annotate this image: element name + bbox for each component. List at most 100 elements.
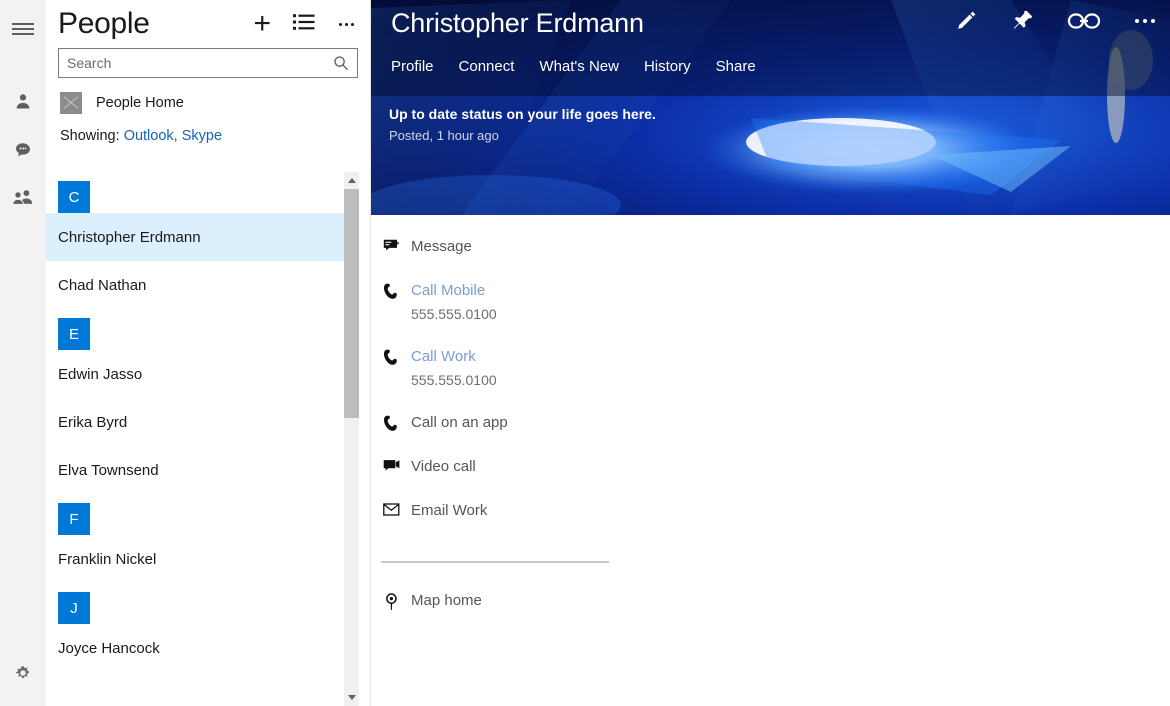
link-icon[interactable] [1067, 10, 1101, 32]
action-call-work[interactable]: Call Work 555.555.0100 [371, 337, 1170, 389]
action-label: Video call [411, 458, 476, 475]
dot [1143, 19, 1147, 23]
people-icon [11, 188, 35, 213]
dot [1151, 19, 1155, 23]
contact-list-item[interactable]: Elva Townsend [46, 446, 349, 494]
action-row: Call Work 555.555.0100 [371, 337, 1170, 389]
action-row: Email Work [371, 491, 1170, 521]
letter-tile[interactable]: C [58, 181, 90, 213]
action-row: Video call [371, 447, 1170, 477]
action-map-home[interactable]: Map home [371, 581, 1170, 611]
action-body: Call Mobile 555.555.0100 [411, 281, 497, 323]
rail-item-me[interactable] [0, 80, 46, 128]
contact-list-item[interactable]: Edwin Jasso [46, 350, 349, 398]
scroll-up-arrow-icon[interactable] [344, 172, 359, 189]
people-home-item[interactable]: People Home [46, 78, 370, 114]
phone-icon [381, 281, 401, 300]
hamburger-menu-button[interactable] [0, 6, 46, 52]
letter-tile[interactable]: F [58, 503, 90, 535]
tab-what-s-new[interactable]: What's New [539, 56, 619, 77]
action-body: Call Work 555.555.0100 [411, 347, 497, 389]
contacts-scroll-area[interactable]: C Christopher Erdmann Chad Nathan E Edwin Ja… [46, 172, 371, 706]
letter-group-header: J [46, 583, 349, 624]
contact-actions: Message Call Mobile 555.555.0100 Call Work 5… [371, 215, 1170, 611]
action-body: Message [411, 237, 472, 257]
showing-sources-link[interactable]: Outlook, Skype [124, 128, 222, 144]
action-subtext: 555.555.0100 [411, 372, 497, 388]
action-label: Call Mobile [411, 282, 486, 299]
tab-connect[interactable]: Connect [459, 56, 515, 77]
letter-tile[interactable]: J [58, 592, 90, 624]
action-label: Map home [411, 592, 482, 609]
action-video-call[interactable]: Video call [371, 447, 1170, 477]
rail-icon-group [0, 80, 46, 224]
contacts-scrollbar[interactable] [344, 172, 359, 706]
action-call-on-an-app[interactable]: Call on an app [371, 403, 1170, 433]
edit-pencil-icon[interactable] [953, 8, 979, 34]
gear-icon [14, 664, 32, 687]
action-label: Email Work [411, 502, 488, 519]
phone-icon [381, 413, 401, 432]
video-camera-icon [381, 457, 401, 473]
message-icon [381, 237, 401, 254]
contact-list-item[interactable]: Christopher Erdmann [46, 213, 349, 261]
tab-share[interactable]: Share [716, 56, 756, 77]
list-view-icon[interactable] [293, 13, 315, 36]
showing-row: Showing: Outlook, Skype [46, 114, 370, 144]
add-contact-button[interactable]: + [253, 9, 271, 39]
search-input[interactable] [59, 49, 329, 77]
action-row: Call on an app [371, 403, 1170, 433]
action-email-work[interactable]: Email Work [371, 491, 1170, 521]
action-call-mobile[interactable]: Call Mobile 555.555.0100 [371, 271, 1170, 323]
action-subtext: 555.555.0100 [411, 306, 497, 322]
page-title: People [58, 7, 150, 40]
dot [339, 22, 342, 26]
action-row: Call Mobile 555.555.0100 [371, 271, 1170, 323]
letter-group-header: C [46, 172, 349, 213]
navigation-rail [0, 0, 46, 706]
action-body: Email Work [411, 501, 487, 521]
dot [345, 22, 348, 26]
more-ellipsis-icon[interactable] [1133, 11, 1157, 31]
person-icon [13, 92, 33, 117]
action-message[interactable]: Message [371, 227, 1170, 257]
contacts-list-pane: People + Search People Home Showing: Out… [46, 0, 371, 706]
status-text: Up to date status on your life goes here… [389, 106, 656, 122]
letter-group-header: E [46, 309, 349, 350]
rail-item-skype[interactable] [0, 128, 46, 176]
scrollbar-thumb[interactable] [344, 189, 359, 418]
action-body: Call on an app [411, 413, 508, 433]
pin-icon[interactable] [1011, 8, 1035, 34]
contact-list-item[interactable]: Franklin Nickel [46, 535, 349, 583]
search-icon[interactable] [329, 55, 357, 71]
hero-content: Christopher Erdmann Profile Connect What… [371, 0, 1170, 215]
hamburger-line [12, 33, 34, 35]
chat-bubble-icon [13, 140, 33, 165]
list-header: People + [46, 0, 370, 44]
tab-profile[interactable]: Profile [391, 56, 434, 77]
dot [1135, 19, 1139, 23]
rail-item-contacts[interactable] [0, 176, 46, 224]
contact-hero-banner: Christopher Erdmann Profile Connect What… [371, 0, 1170, 215]
search-box[interactable] [58, 48, 358, 78]
action-label: Message [411, 238, 472, 255]
contact-list-item[interactable]: Joyce Hancock [46, 624, 349, 672]
list-header-actions: + [253, 9, 356, 39]
more-ellipsis-icon[interactable] [337, 17, 356, 32]
letter-group-header: F [46, 494, 349, 535]
scroll-down-arrow-icon[interactable] [344, 689, 359, 706]
contact-list-item[interactable]: Erika Byrd [46, 398, 349, 446]
tab-history[interactable]: History [644, 56, 691, 77]
action-row: Map home [371, 563, 1170, 611]
action-label: Call Work [411, 348, 476, 365]
envelope-icon [381, 501, 401, 516]
letter-tile[interactable]: E [58, 318, 90, 350]
rail-item-settings[interactable] [0, 652, 46, 698]
contact-list-item[interactable]: Chad Nathan [46, 261, 349, 309]
phone-icon [381, 347, 401, 366]
detail-tabs: Profile Connect What's New History Share [391, 56, 756, 77]
